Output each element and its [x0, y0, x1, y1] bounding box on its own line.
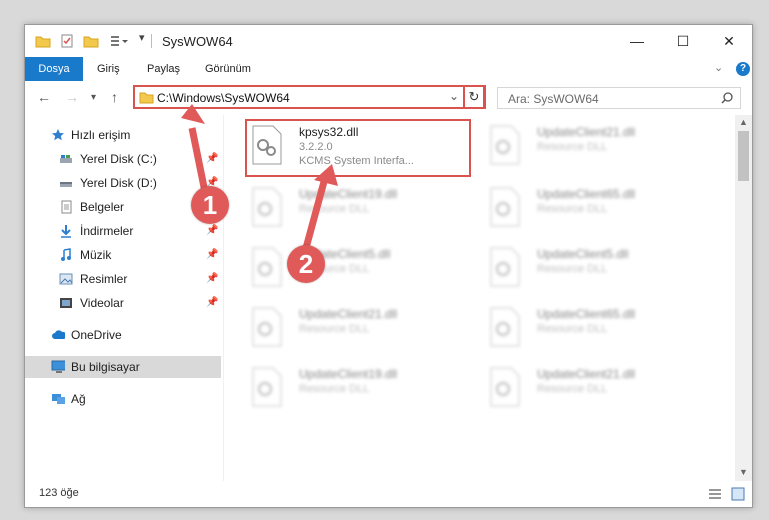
arrow-1: [188, 127, 209, 193]
callout-badge-2: 2: [287, 245, 325, 283]
arrow-1-head: [181, 104, 205, 124]
tutorial-arrows: [181, 104, 338, 249]
callout-badge-1: 1: [191, 186, 229, 224]
arrow-2: [302, 177, 329, 249]
arrow-2-head: [314, 164, 338, 186]
